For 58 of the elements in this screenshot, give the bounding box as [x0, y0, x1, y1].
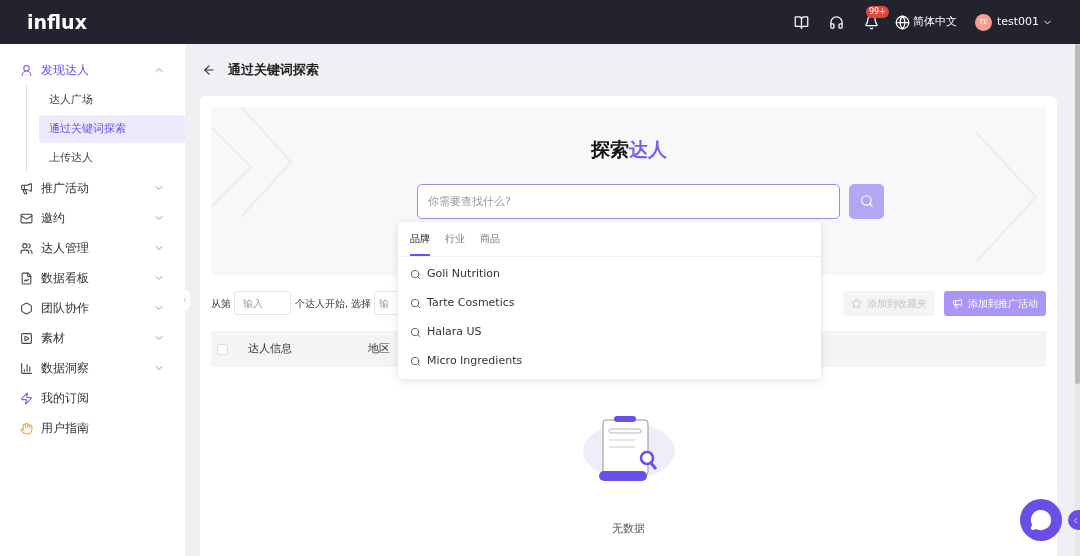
bar-chart-icon — [20, 361, 33, 375]
chat-bubble-icon — [1030, 509, 1052, 531]
language-selector[interactable]: 简体中文 — [912, 13, 957, 31]
suggestion-item[interactable]: Goli Nutrition — [398, 260, 821, 289]
sidebar-item[interactable]: 发现达人 — [0, 55, 179, 85]
back-arrow-icon[interactable] — [202, 63, 216, 77]
range-middle: 个达人开始, 选择 — [295, 296, 372, 311]
megaphone-icon — [952, 297, 963, 309]
chevron-left-icon — [181, 296, 189, 304]
sidebar-subitem[interactable]: 达人广场 — [39, 86, 185, 114]
bell-icon[interactable] — [863, 14, 879, 30]
lightning-icon — [20, 391, 33, 405]
sidebar-item[interactable]: 数据洞察 — [0, 353, 179, 383]
star-icon — [851, 297, 862, 309]
dropdown-tab[interactable]: 品牌 — [410, 222, 430, 256]
hero-title: 探索达人 — [590, 137, 667, 162]
headset-icon[interactable] — [828, 14, 844, 30]
sidebar-subitem[interactable]: 通过关键词探索 — [39, 115, 185, 143]
search-icon — [410, 356, 421, 367]
dropdown-tab[interactable]: 商品 — [480, 222, 500, 256]
chart-file-icon — [20, 271, 33, 285]
search-icon — [410, 327, 421, 338]
start-index-field[interactable]: 输入 — [234, 291, 291, 315]
sidebar-item[interactable]: 邀约 — [0, 203, 179, 233]
play-icon — [20, 331, 33, 345]
hexagon-icon — [20, 301, 33, 315]
suggestion-item[interactable]: Micro Ingredients — [398, 347, 821, 376]
search-icon — [859, 194, 874, 208]
sidebar-item[interactable]: 团队协作 — [0, 293, 179, 323]
users-icon — [20, 241, 33, 255]
search-icon — [410, 269, 421, 280]
mail-icon — [20, 211, 33, 225]
notification-badge: 99+ — [865, 5, 889, 18]
select-all-checkbox[interactable] — [217, 343, 228, 355]
sidebar-item[interactable]: 数据看板 — [0, 263, 179, 293]
column-header: 地区 — [368, 340, 391, 357]
globe-icon[interactable] — [894, 14, 910, 30]
hand-icon — [20, 421, 33, 435]
sidebar-item[interactable]: 达人管理 — [0, 233, 179, 263]
megaphone-icon — [20, 181, 33, 195]
book-icon[interactable] — [793, 14, 809, 30]
user-icon — [20, 63, 33, 77]
column-header: 达人信息 — [248, 340, 293, 357]
username[interactable]: test001 — [996, 13, 1039, 31]
suggestion-item[interactable]: Halara US — [398, 318, 821, 347]
sidebar-item[interactable]: 我的订阅 — [0, 383, 179, 413]
page-title: 通过关键词探索 — [228, 61, 319, 80]
empty-state-text: 无数据 — [612, 521, 645, 537]
sidebar-item[interactable]: 推广活动 — [0, 173, 179, 203]
sidebar-item[interactable]: 用户指南 — [0, 413, 179, 443]
logo[interactable]: influx — [27, 7, 87, 37]
sidebar-subitem[interactable]: 上传达人 — [39, 144, 185, 172]
side-tab[interactable] — [1068, 510, 1080, 530]
search-icon — [410, 298, 421, 309]
range-prefix: 从第 — [211, 296, 231, 311]
sidebar-item[interactable]: 素材 — [0, 323, 179, 353]
search-field[interactable]: 你需要查找什么? — [417, 183, 840, 219]
dropdown-tab[interactable]: 行业 — [445, 222, 465, 256]
